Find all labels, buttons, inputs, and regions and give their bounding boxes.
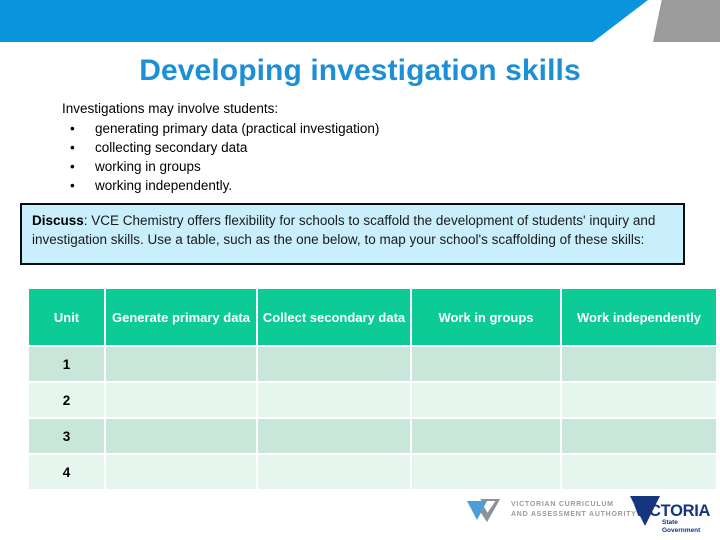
slide-header-banner xyxy=(0,0,720,42)
table-row: 4 xyxy=(29,455,716,489)
investigation-bullet-list: • generating primary data (practical inv… xyxy=(62,119,682,195)
table-row: 1 xyxy=(29,347,716,381)
page-title: Developing investigation skills xyxy=(139,54,581,87)
column-header-generate-primary-data: Generate primary data xyxy=(106,289,256,345)
list-item: • generating primary data (practical inv… xyxy=(62,119,682,138)
header-gray-shape xyxy=(653,0,720,42)
cell-collect-secondary-data[interactable] xyxy=(258,419,410,453)
cell-work-independently[interactable] xyxy=(562,419,716,453)
cell-generate-primary-data[interactable] xyxy=(106,347,256,381)
table-row: 2 xyxy=(29,383,716,417)
cell-generate-primary-data[interactable] xyxy=(106,455,256,489)
table-row: 3 xyxy=(29,419,716,453)
list-item-label: generating primary data (practical inves… xyxy=(95,121,380,136)
cell-generate-primary-data[interactable] xyxy=(106,419,256,453)
bullet-dot-icon: • xyxy=(70,159,75,174)
cell-unit: 2 xyxy=(29,383,104,417)
victoria-sub-line1: State xyxy=(662,519,678,526)
intro-lead-text: Investigations may involve students: xyxy=(62,101,279,116)
column-header-work-independently: Work independently xyxy=(562,289,716,345)
cell-generate-primary-data[interactable] xyxy=(106,383,256,417)
footer-logos: VICTORIAN CURRICULUM AND ASSESSMENT AUTH… xyxy=(466,492,716,536)
vcaa-logo-text: VICTORIAN CURRICULUM AND ASSESSMENT AUTH… xyxy=(511,500,637,520)
victoria-sub-line2: Government xyxy=(662,526,701,534)
discuss-body-text: : VCE Chemistry offers flexibility for s… xyxy=(32,213,656,247)
header-blue-shape xyxy=(0,0,648,42)
bullet-dot-icon: • xyxy=(70,121,75,136)
cell-work-in-groups[interactable] xyxy=(412,455,560,489)
cell-work-in-groups[interactable] xyxy=(412,347,560,381)
list-item: • working in groups xyxy=(62,157,682,176)
cell-work-independently[interactable] xyxy=(562,383,716,417)
cell-unit: 3 xyxy=(29,419,104,453)
victoria-state-government-logo: VICTORIA State Government xyxy=(626,492,718,534)
skills-scaffolding-table: Unit Generate primary data Collect secon… xyxy=(27,287,718,491)
bullet-dot-icon: • xyxy=(70,178,75,193)
cell-collect-secondary-data[interactable] xyxy=(258,347,410,381)
vcaa-chevron-icon xyxy=(467,499,500,522)
cell-unit: 4 xyxy=(29,455,104,489)
vcaa-logo-line1: VICTORIAN CURRICULUM xyxy=(511,501,614,508)
list-item: • working independently. xyxy=(62,176,682,195)
list-item-label: working in groups xyxy=(95,159,201,174)
discuss-callout: Discuss: VCE Chemistry offers flexibilit… xyxy=(20,203,685,265)
bullet-dot-icon: • xyxy=(70,140,75,155)
column-header-collect-secondary-data: Collect secondary data xyxy=(258,289,410,345)
vcaa-logo-line2: AND ASSESSMENT AUTHORITY xyxy=(511,511,637,518)
cell-work-in-groups[interactable] xyxy=(412,383,560,417)
victoria-wordmark: VICTORIA xyxy=(634,502,711,520)
discuss-label: Discuss xyxy=(32,213,84,228)
victoria-sub-text: State Government xyxy=(662,519,700,534)
cell-work-independently[interactable] xyxy=(562,455,716,489)
list-item: • collecting secondary data xyxy=(62,138,682,157)
column-header-work-in-groups: Work in groups xyxy=(412,289,560,345)
cell-collect-secondary-data[interactable] xyxy=(258,383,410,417)
intro-block: Investigations may involve students: • g… xyxy=(62,99,682,195)
cell-work-in-groups[interactable] xyxy=(412,419,560,453)
vcaa-logo: VICTORIAN CURRICULUM AND ASSESSMENT AUTH… xyxy=(466,496,637,524)
cell-unit: 1 xyxy=(29,347,104,381)
table-header-row: Unit Generate primary data Collect secon… xyxy=(29,289,716,345)
cell-work-independently[interactable] xyxy=(562,347,716,381)
list-item-label: collecting secondary data xyxy=(95,140,248,155)
cell-collect-secondary-data[interactable] xyxy=(258,455,410,489)
column-header-unit: Unit xyxy=(29,289,104,345)
list-item-label: working independently. xyxy=(95,178,233,193)
